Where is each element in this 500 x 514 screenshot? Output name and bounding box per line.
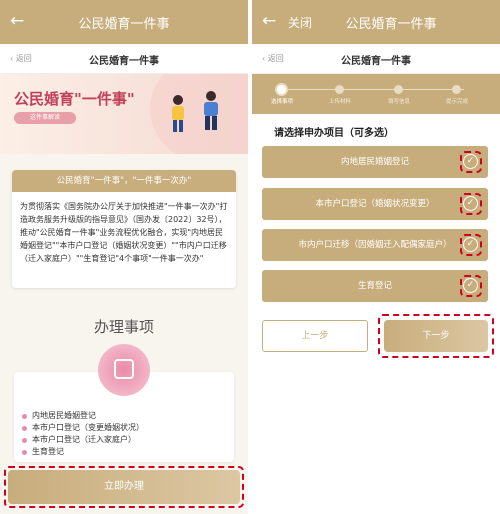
highlight-box <box>378 314 494 358</box>
document-icon <box>98 344 150 396</box>
page-title: 公民婚育一件事 <box>345 17 437 32</box>
banner: 公民婚育"一件事" 这件事解读 <box>0 74 248 154</box>
sub-header: ‹ 返回 公民婚育一件事 <box>0 44 248 74</box>
items-list: 内地居民婚姻登记 本市户口登记（变更婚姻状况） 本市户口登记（迁入家庭户） 生育… <box>22 410 144 458</box>
step-dot <box>277 85 286 94</box>
banner-headline: 公民婚育"一件事" <box>14 90 135 108</box>
list-item: 生育登记 <box>22 446 144 458</box>
option-household-transfer[interactable]: 市内户口迁移（因婚姻迁入配偶家庭户） ✓ <box>262 229 488 261</box>
steps-line <box>288 89 464 90</box>
option-label: 本市户口登记（婚姻状况变更） <box>315 199 435 209</box>
option-household-marital-change[interactable]: 本市户口登记（婚姻状况变更） ✓ <box>262 188 488 220</box>
sub-title: 公民婚育一件事 <box>341 56 411 67</box>
highlight-box <box>460 193 482 215</box>
list-item: 本市户口登记（变更婚姻状况） <box>22 422 144 434</box>
previous-step-button[interactable]: 上一步 <box>262 320 368 352</box>
intro-card: 公民婚育"一件事"，"一件事一次办" 为贯彻落实《国务院办公厅关于加快推进"一件… <box>12 170 236 288</box>
step-dot <box>335 85 344 94</box>
highlight-box <box>4 466 244 508</box>
sub-header: ‹ 返回 公民婚育一件事 <box>252 44 500 74</box>
step-dot <box>452 85 461 94</box>
top-bar: ← 关闭 公民婚育一件事 <box>252 0 500 44</box>
option-marriage-registration[interactable]: 内地居民婚姻登记 ✓ <box>262 146 488 178</box>
step-label: 选择事项 <box>270 99 293 105</box>
intro-card-header: 公民婚育"一件事"，"一件事一次办" <box>12 170 236 192</box>
step-label: 提示完成 <box>445 99 468 105</box>
step-label: 填写信息 <box>387 99 410 105</box>
choose-label: 请选择申办项目（可多选） <box>274 128 394 139</box>
option-label: 生育登记 <box>357 281 392 291</box>
couple-woman-illustration <box>172 95 184 132</box>
progress-steps: 选择事项 上传材料 填写信息 提示完成 <box>252 74 500 114</box>
step-label: 上传材料 <box>328 99 351 105</box>
left-phone-screen: ← 公民婚育一件事 ‹ 返回 公民婚育一件事 公民婚育"一件事" 这件事解读 公… <box>0 0 248 514</box>
right-phone-screen: ← 关闭 公民婚育一件事 ‹ 返回 公民婚育一件事 选择事项 上传材料 填写信息… <box>252 0 500 514</box>
list-item: 本市户口登记（迁入家庭户） <box>22 434 144 446</box>
list-item: 内地居民婚姻登记 <box>22 410 144 422</box>
top-bar: ← 公民婚育一件事 <box>0 0 248 44</box>
highlight-box <box>460 151 482 173</box>
option-birth-registration[interactable]: 生育登记 ✓ <box>262 270 488 302</box>
page-title: 公民婚育一件事 <box>78 17 170 32</box>
intro-card-body: 为贯彻落实《国务院办公厅关于加快推进"一件事一次办"打造政务服务升级版的指导意见… <box>20 202 228 263</box>
heart-decoration <box>150 74 248 154</box>
option-label: 市内户口迁移（因婚姻迁入配偶家庭户） <box>298 240 452 250</box>
highlight-box <box>460 234 482 256</box>
option-label: 内地居民婚姻登记 <box>340 157 409 167</box>
sub-title: 公民婚育一件事 <box>89 56 159 67</box>
section-title: 办理事项 <box>93 318 154 336</box>
couple-man-illustration <box>204 91 218 130</box>
banner-pill[interactable]: 这件事解读 <box>14 112 76 124</box>
step-dot <box>394 85 403 94</box>
highlight-box <box>460 275 482 297</box>
